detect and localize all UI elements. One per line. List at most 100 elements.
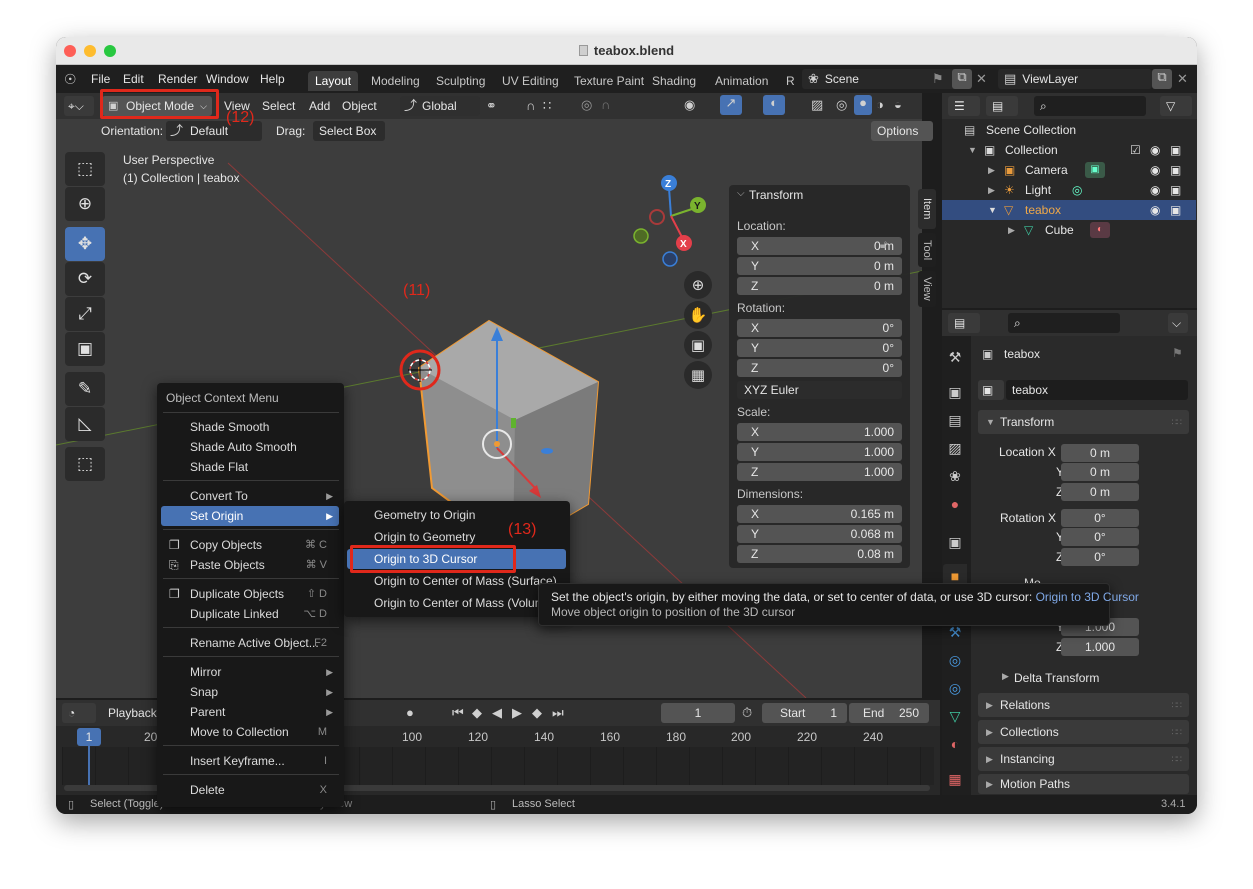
drag-dropdown[interactable]: Select Box bbox=[313, 121, 385, 141]
playhead-marker[interactable]: 1 bbox=[77, 728, 101, 746]
xray-icon[interactable]: ▨ bbox=[811, 97, 823, 113]
prop-location-y[interactable]: 0 m bbox=[1061, 463, 1139, 481]
delete-scene-icon[interactable]: ✕ bbox=[976, 71, 987, 87]
outliner-editor-type[interactable]: ☰ bbox=[948, 96, 980, 116]
snapping-icon[interactable]: ∩ bbox=[526, 98, 535, 113]
tool-annotate[interactable]: ✎ bbox=[65, 372, 105, 406]
solid-shading-icon[interactable]: ● bbox=[854, 95, 872, 115]
properties-transform-section[interactable]: ▼ Transform ∷∷ bbox=[978, 410, 1189, 434]
gizmos-toggle-icon[interactable]: ↗ bbox=[720, 95, 742, 115]
tool-cursor[interactable]: ⊕ bbox=[65, 187, 105, 221]
outliner-row-light[interactable]: ▶ ☀ Light ◎ ◉ ▣ bbox=[942, 180, 1196, 200]
play-icon[interactable]: ▶ bbox=[512, 705, 522, 721]
overlays-toggle-icon[interactable]: ◐ bbox=[763, 95, 785, 115]
falloff-icon[interactable]: ∩ bbox=[601, 97, 610, 112]
current-frame-field[interactable]: 1 bbox=[661, 703, 735, 723]
collections-section[interactable]: ▶ Collections ∷∷ bbox=[978, 720, 1189, 744]
tool-rotate[interactable]: ⟳ bbox=[65, 262, 105, 296]
outliner-row-camera[interactable]: ▶ ▣ Camera ▣ ◉ ▣ bbox=[942, 160, 1196, 180]
camera-data-icon[interactable]: ▣ bbox=[1085, 162, 1105, 178]
tab-more[interactable]: R bbox=[779, 71, 802, 91]
menu-file[interactable]: File bbox=[91, 72, 110, 86]
prop-location-z[interactable]: 0 m bbox=[1061, 483, 1139, 501]
prop-rotation-z[interactable]: 0° bbox=[1061, 548, 1139, 566]
editor-type-selector[interactable]: ⌖⌵ bbox=[64, 96, 94, 116]
render-tab-icon[interactable]: ▣ bbox=[943, 380, 967, 404]
prop-scale-z[interactable]: 1.000 bbox=[1061, 638, 1139, 656]
end-frame-field[interactable]: End 250 bbox=[849, 703, 929, 723]
material-icon[interactable]: ◐ bbox=[1090, 222, 1110, 238]
visibility-icon[interactable]: ◉ bbox=[684, 97, 695, 113]
material-tab-icon[interactable]: ◐ bbox=[943, 732, 967, 756]
submenu-origin-to-center-mass-surface[interactable]: Origin to Center of Mass (Surface) bbox=[347, 571, 566, 591]
outliner-row-teabox[interactable]: ▼ ▽ teabox ◉ ▣ bbox=[942, 200, 1196, 220]
checkbox-icon[interactable]: ☑ bbox=[1130, 140, 1141, 160]
menu-move-to-collection[interactable]: Move to Collection M bbox=[161, 722, 339, 742]
collection-tab-icon[interactable]: ▣ bbox=[943, 530, 967, 554]
eye-icon[interactable]: ◉ bbox=[1150, 140, 1160, 160]
menu-snap[interactable]: Snap ▶ bbox=[161, 682, 339, 702]
n-tab-tool[interactable]: Tool bbox=[918, 233, 936, 267]
n-tab-item[interactable]: Item bbox=[918, 189, 936, 229]
dimensions-z-field[interactable]: Z 0.08 m bbox=[737, 545, 902, 563]
tab-modeling[interactable]: Modeling bbox=[364, 71, 427, 91]
tool-transform[interactable]: ▣ bbox=[65, 332, 105, 366]
display-mode-dropdown[interactable]: ▤ bbox=[986, 96, 1018, 116]
rotation-mode-dropdown[interactable]: XYZ Euler bbox=[737, 381, 902, 399]
menu-render[interactable]: Render bbox=[158, 72, 197, 86]
delete-viewlayer-icon[interactable]: ✕ bbox=[1177, 71, 1188, 87]
rotation-x-field[interactable]: X 0° bbox=[737, 319, 902, 337]
proportional-edit-icon[interactable]: ◎ bbox=[581, 97, 592, 113]
rotation-z-field[interactable]: Z 0° bbox=[737, 359, 902, 377]
tab-uv-editing[interactable]: UV Editing bbox=[495, 71, 566, 91]
dimensions-x-field[interactable]: X 0.165 m bbox=[737, 505, 902, 523]
menu-paste-objects[interactable]: ⎘ Paste Objects ⌘ V bbox=[161, 555, 339, 575]
jump-start-icon[interactable]: ⏮ bbox=[452, 705, 464, 721]
view-layer-tab-icon[interactable]: ▨ bbox=[943, 436, 967, 460]
physics-tab-icon[interactable]: ◎ bbox=[943, 676, 967, 700]
data-tab-icon[interactable]: ▽ bbox=[943, 704, 967, 728]
camera-render-icon[interactable]: ▣ bbox=[1170, 140, 1181, 160]
object-datablock-icon[interactable]: ▣ bbox=[978, 380, 1004, 400]
tool-add-cube[interactable]: ⬚ bbox=[65, 447, 105, 481]
location-y-field[interactable]: Y0 m bbox=[737, 257, 902, 275]
jump-end-icon[interactable]: ⏭ bbox=[552, 705, 564, 721]
tool-scale[interactable]: ⤢ bbox=[65, 297, 105, 331]
playback-menu[interactable]: Playback bbox=[108, 706, 157, 720]
stopwatch-icon[interactable]: ⏱ bbox=[742, 705, 752, 721]
wireframe-shading-icon[interactable]: ◎ bbox=[836, 97, 847, 113]
menu-copy-objects[interactable]: ❐ Copy Objects ⌘ C bbox=[161, 535, 339, 555]
menu-set-origin[interactable]: Set Origin ▶ bbox=[161, 506, 339, 526]
menu-shade-smooth[interactable]: Shade Smooth bbox=[161, 417, 339, 437]
camera-render-icon[interactable]: ▣ bbox=[1170, 200, 1181, 220]
viewlayer-selector[interactable]: ▤ ViewLayer bbox=[998, 69, 1152, 89]
tab-layout[interactable]: Layout bbox=[308, 71, 359, 91]
camera-render-icon[interactable]: ▣ bbox=[1170, 180, 1181, 200]
properties-search-input[interactable]: ⌕ bbox=[1008, 313, 1120, 333]
menu-object[interactable]: Object bbox=[342, 99, 377, 113]
outliner-scene-collection[interactable]: ▤ Scene Collection bbox=[942, 120, 1196, 140]
pivot-point-icon[interactable]: ⚭ bbox=[486, 98, 497, 114]
menu-add[interactable]: Add bbox=[309, 99, 330, 113]
location-z-field[interactable]: Z0 m bbox=[737, 277, 902, 295]
tab-shading[interactable]: Shading bbox=[645, 71, 703, 91]
eye-icon[interactable]: ◉ bbox=[1150, 180, 1160, 200]
menu-delete[interactable]: Delete X bbox=[161, 780, 339, 800]
outliner-search-input[interactable]: ⌕ bbox=[1034, 96, 1146, 116]
new-viewlayer-icon[interactable]: ⧉ bbox=[1152, 69, 1172, 89]
pin-icon[interactable]: ⚑ bbox=[1172, 346, 1183, 360]
object-name-field[interactable]: teabox bbox=[1006, 380, 1188, 400]
prop-rotation-y[interactable]: 0° bbox=[1061, 528, 1139, 546]
menu-shade-flat[interactable]: Shade Flat bbox=[161, 457, 339, 477]
menu-rename-active[interactable]: Rename Active Object... F2 bbox=[161, 633, 339, 653]
blender-logo-icon[interactable]: ☉ bbox=[64, 71, 77, 88]
properties-editor-type[interactable]: ▤ bbox=[948, 313, 980, 333]
dimensions-y-field[interactable]: Y 0.068 m bbox=[737, 525, 902, 543]
menu-parent[interactable]: Parent ▶ bbox=[161, 702, 339, 722]
lock-icon[interactable]: 🔓︎ bbox=[880, 239, 887, 252]
rendered-shading-icon[interactable]: ◒ bbox=[894, 97, 902, 112]
n-tab-view[interactable]: View bbox=[918, 271, 936, 307]
menu-convert-to[interactable]: Convert To ▶ bbox=[161, 486, 339, 506]
rotation-y-field[interactable]: Y 0° bbox=[737, 339, 902, 357]
delta-transform-section[interactable]: Delta Transform bbox=[1014, 671, 1099, 685]
